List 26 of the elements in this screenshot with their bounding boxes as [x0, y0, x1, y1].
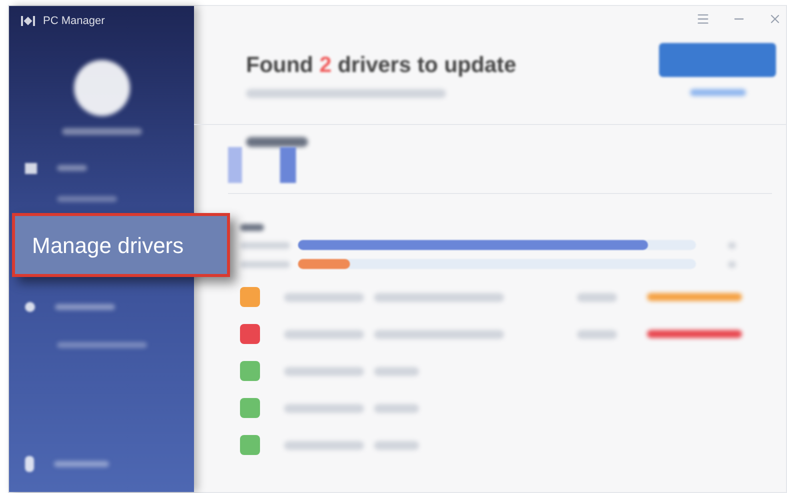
blurred-text-placeholder	[728, 260, 736, 268]
blurred-text-placeholder	[577, 330, 617, 338]
blurred-text-placeholder	[57, 196, 117, 202]
blurred-text-placeholder	[240, 242, 290, 248]
blurred-text-placeholder	[54, 461, 109, 467]
close-icon[interactable]	[768, 12, 782, 26]
chart-bar	[280, 147, 296, 183]
callout-label: Manage drivers	[12, 213, 230, 277]
blurred-text-placeholder	[240, 260, 290, 268]
blurred-text-placeholder	[374, 440, 419, 450]
app-title: PC Manager	[43, 14, 105, 29]
blurred-text-placeholder	[246, 137, 308, 147]
blurred-text-placeholder	[55, 304, 115, 310]
logo-icon	[21, 16, 35, 26]
chart-bar	[228, 147, 242, 183]
avatar-icon	[74, 60, 130, 116]
blurred-text-placeholder	[577, 292, 617, 302]
blurred-text-placeholder	[728, 242, 736, 248]
blurred-text-placeholder	[240, 224, 264, 231]
update-button[interactable]	[659, 43, 776, 77]
menu-icon[interactable]	[696, 12, 710, 26]
blurred-text-placeholder	[374, 404, 419, 412]
blurred-text-placeholder	[690, 89, 746, 96]
blurred-text-placeholder	[374, 366, 419, 376]
headline: Found 2 drivers to update	[246, 51, 516, 79]
blurred-text-placeholder	[57, 165, 87, 171]
